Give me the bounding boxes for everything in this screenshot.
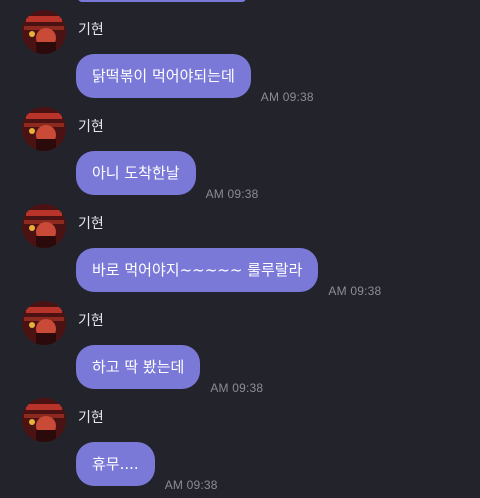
sender-avatar[interactable] — [22, 10, 66, 54]
message-timestamp: AM 09:38 — [260, 90, 314, 104]
sender-name: 기현 — [78, 119, 104, 135]
sender-avatar[interactable] — [22, 398, 66, 442]
sender-avatar[interactable] — [22, 301, 66, 345]
message-timestamp: AM 09:38 — [210, 381, 264, 395]
sender-avatar[interactable] — [22, 107, 66, 151]
message-row: 바로 먹어야지~~~~~ 룰루랄라 AM 09:38 — [76, 248, 381, 298]
sender-avatar[interactable] — [22, 204, 66, 248]
message-row: 휴무.... AM 09:38 — [76, 442, 218, 492]
previous-message-bubble-edge — [78, 0, 246, 2]
message-timestamp: AM 09:38 — [328, 284, 382, 298]
sender-name: 기현 — [78, 410, 104, 426]
message-bubble[interactable]: 닭떡볶이 먹어야되는데 — [76, 54, 251, 98]
sender-name: 기현 — [78, 22, 104, 38]
message-row: 닭떡볶이 먹어야되는데 AM 09:38 — [76, 54, 314, 104]
message-bubble[interactable]: 휴무.... — [76, 442, 155, 486]
message-timestamp: AM 09:38 — [205, 187, 259, 201]
message-row: 아니 도착한날 AM 09:38 — [76, 151, 259, 201]
chat-message: 기현 아니 도착한날 AM 09:38 — [0, 107, 480, 204]
chat-message: 기현 닭떡볶이 먹어야되는데 AM 09:38 — [0, 10, 480, 107]
message-bubble[interactable]: 하고 딱 봤는데 — [76, 345, 201, 389]
message-bubble[interactable]: 바로 먹어야지~~~~~ 룰루랄라 — [76, 248, 319, 292]
chat-message: 기현 휴무.... AM 09:38 — [0, 398, 480, 495]
chat-message: 기현 하고 딱 봤는데 AM 09:38 — [0, 301, 480, 398]
message-bubble[interactable]: 아니 도착한날 — [76, 151, 196, 195]
message-timestamp: AM 09:38 — [164, 478, 218, 492]
sender-name: 기현 — [78, 313, 104, 329]
chat-message: 기현 바로 먹어야지~~~~~ 룰루랄라 AM 09:38 — [0, 204, 480, 301]
sender-name: 기현 — [78, 216, 104, 232]
message-row: 하고 딱 봤는데 AM 09:38 — [76, 345, 263, 395]
